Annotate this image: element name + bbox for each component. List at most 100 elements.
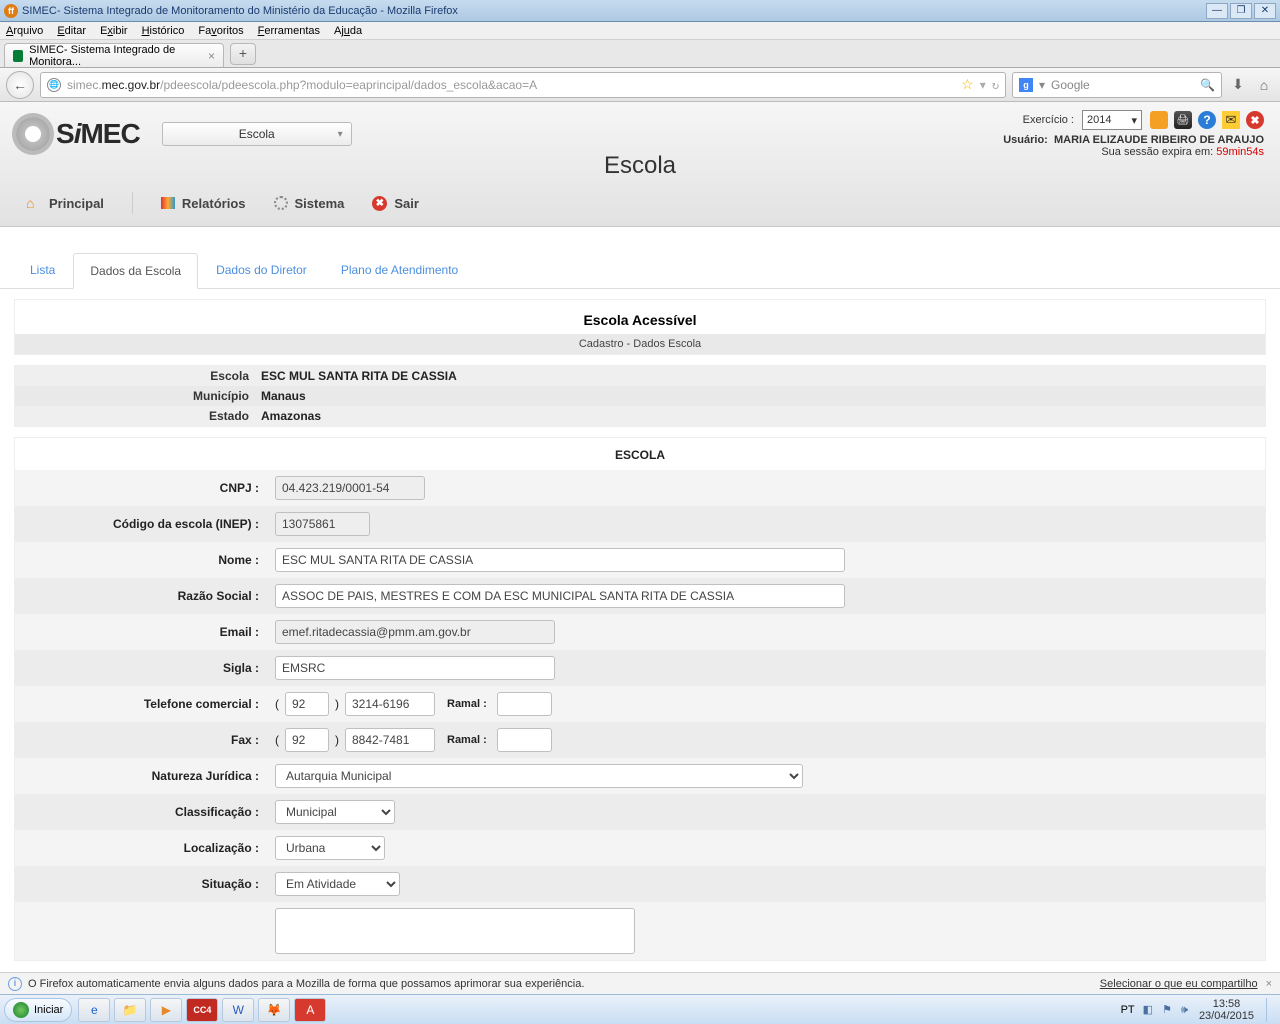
new-tab-button[interactable]: + — [230, 43, 256, 65]
page-tabs: Lista Dados da Escola Dados do Diretor P… — [0, 227, 1280, 289]
share-link[interactable]: Selecionar o que eu compartilho — [1100, 978, 1258, 990]
home-icon: ⌂ — [26, 195, 42, 211]
start-button[interactable]: Iniciar — [4, 998, 72, 1022]
tray-clock[interactable]: 13:5823/04/2015 — [1199, 998, 1254, 1022]
sigla-input[interactable] — [275, 656, 555, 680]
tab-dados-escola[interactable]: Dados da Escola — [73, 253, 198, 289]
taskbar-cc4[interactable]: CC4 — [186, 998, 218, 1022]
fax-num-input[interactable] — [345, 728, 435, 752]
razao-social-input[interactable] — [275, 584, 845, 608]
menu-ferramentas[interactable]: Ferramentas — [258, 25, 320, 37]
url-dropdown-icon[interactable]: ▾ — [980, 78, 986, 92]
mail-icon[interactable]: ✉ — [1222, 111, 1240, 129]
window-close-button[interactable]: ✕ — [1254, 3, 1276, 19]
telefone-label: Telefone comercial : — [15, 691, 267, 717]
menu-arquivo[interactable]: AArquivorquivo — [6, 25, 43, 37]
url-bar[interactable]: 🌐 simec.mec.gov.br/pdeescola/pdeescola.p… — [40, 72, 1006, 98]
fax-ramal-label: Ramal : — [447, 734, 487, 746]
nav-sair[interactable]: ✖ Sair — [372, 196, 419, 211]
info-close-button[interactable]: × — [1266, 978, 1272, 990]
summary-municipio-value: Manaus — [255, 386, 312, 406]
firefox-info-bar: i O Firefox automaticamente envia alguns… — [0, 972, 1280, 994]
summary-block: EscolaESC MUL SANTA RITA DE CASSIA Munic… — [14, 365, 1266, 427]
year-select[interactable]: 2014▾ — [1082, 110, 1142, 130]
windows-orb-icon — [13, 1002, 29, 1018]
home-button[interactable]: ⌂ — [1254, 77, 1274, 93]
module-select[interactable]: Escola — [162, 122, 352, 146]
observacao-textarea[interactable] — [275, 908, 635, 954]
telefone-num-input[interactable] — [345, 692, 435, 716]
natureza-select[interactable]: Autarquia Municipal — [275, 764, 803, 788]
telefone-ramal-input[interactable] — [497, 692, 552, 716]
tab-dados-diretor[interactable]: Dados do Diretor — [200, 253, 323, 288]
taskbar-firefox[interactable]: 🦊 — [258, 998, 290, 1022]
email-label: Email : — [15, 619, 267, 645]
help-icon[interactable]: ? — [1198, 111, 1216, 129]
show-desktop-button[interactable] — [1266, 998, 1276, 1022]
simec-logo: SiMEC — [16, 117, 140, 151]
reload-icon[interactable]: ↻ — [992, 78, 999, 92]
tray-language[interactable]: PT — [1121, 1004, 1135, 1016]
inep-field: 13075861 — [275, 512, 370, 536]
classificacao-select[interactable]: Municipal — [275, 800, 395, 824]
situacao-select[interactable]: Em Atividade — [275, 872, 400, 896]
menu-editar[interactable]: Editar — [57, 25, 86, 37]
google-logo-icon: g — [1019, 78, 1033, 92]
printer-icon[interactable]: 🖨 — [1174, 111, 1192, 129]
form: ESCOLA CNPJ : 04.423.219/0001-54 Código … — [14, 437, 1266, 961]
menu-historico[interactable]: Histórico — [142, 25, 185, 37]
empty-label — [15, 925, 267, 937]
url-text: simec.mec.gov.br/pdeescola/pdeescola.php… — [67, 78, 955, 92]
fax-ramal-input[interactable] — [497, 728, 552, 752]
bookmark-star-icon[interactable]: ☆ — [961, 76, 974, 93]
cnpj-label: CNPJ : — [15, 475, 267, 501]
back-button[interactable]: ← — [6, 71, 34, 99]
telefone-ddd-input[interactable] — [285, 692, 329, 716]
window-maximize-button[interactable]: ❐ — [1230, 3, 1252, 19]
exercicio-label: Exercício : — [1023, 114, 1074, 126]
notes-icon[interactable] — [1150, 111, 1168, 129]
taskbar-explorer[interactable]: 📁 — [114, 998, 146, 1022]
window-minimize-button[interactable]: — — [1206, 3, 1228, 19]
taskbar-reader[interactable]: A — [294, 998, 326, 1022]
taskbar-ie[interactable]: e — [78, 998, 110, 1022]
search-bar[interactable]: g ▾ Google 🔍 — [1012, 72, 1222, 98]
summary-municipio-label: Município — [15, 386, 255, 406]
section-subtitle: Cadastro - Dados Escola — [15, 334, 1265, 354]
nome-input[interactable] — [275, 548, 845, 572]
firefox-menubar: AArquivorquivo Editar Exibir Histórico F… — [0, 22, 1280, 40]
nav-principal[interactable]: ⌂ Principal — [26, 195, 104, 211]
nav-sistema[interactable]: Sistema — [274, 196, 345, 211]
tab-lista[interactable]: Lista — [14, 253, 71, 288]
simec-logo-text: SiMEC — [56, 118, 140, 150]
close-icon: ✖ — [372, 196, 387, 211]
tab-close-icon[interactable]: × — [208, 49, 215, 63]
windows-taskbar: Iniciar e 📁 ▶ CC4 W 🦊 A PT ◧ ⚑ 🕪 13:5823… — [0, 994, 1280, 1024]
firefox-favicon: ff — [4, 4, 18, 18]
tray-icons[interactable]: ◧ ⚑ 🕪 — [1143, 1003, 1191, 1017]
search-dropdown-icon[interactable]: ▾ — [1039, 78, 1045, 92]
menu-exibir[interactable]: Exibir — [100, 25, 128, 37]
nav-relatorios[interactable]: Relatórios — [161, 196, 246, 211]
summary-escola-label: Escola — [15, 366, 255, 386]
search-icon[interactable]: 🔍 — [1200, 78, 1215, 92]
window-title: SIMEC- Sistema Integrado de Monitorament… — [22, 5, 1206, 17]
section-title: Escola Acessível — [15, 300, 1265, 334]
menu-favoritos[interactable]: Favoritos — [198, 25, 243, 37]
summary-escola-value: ESC MUL SANTA RITA DE CASSIA — [255, 366, 463, 386]
logout-icon[interactable]: ✖ — [1246, 111, 1264, 129]
browser-tab-simec[interactable]: SIMEC- Sistema Integrado de Monitora... … — [4, 43, 224, 67]
sigla-label: Sigla : — [15, 655, 267, 681]
taskbar-word[interactable]: W — [222, 998, 254, 1022]
menu-ajuda[interactable]: Ajuda — [334, 25, 362, 37]
taskbar-media[interactable]: ▶ — [150, 998, 182, 1022]
fax-ddd-input[interactable] — [285, 728, 329, 752]
chart-icon — [161, 197, 175, 209]
downloads-button[interactable]: ⬇ — [1228, 76, 1248, 93]
localizacao-select[interactable]: Urbana — [275, 836, 385, 860]
info-text: O Firefox automaticamente envia alguns d… — [28, 978, 584, 990]
site-identity-icon[interactable]: 🌐 — [47, 78, 61, 92]
module-select-value: Escola — [239, 127, 275, 141]
form-title: ESCOLA — [15, 438, 1265, 470]
tab-plano-atendimento[interactable]: Plano de Atendimento — [325, 253, 474, 288]
